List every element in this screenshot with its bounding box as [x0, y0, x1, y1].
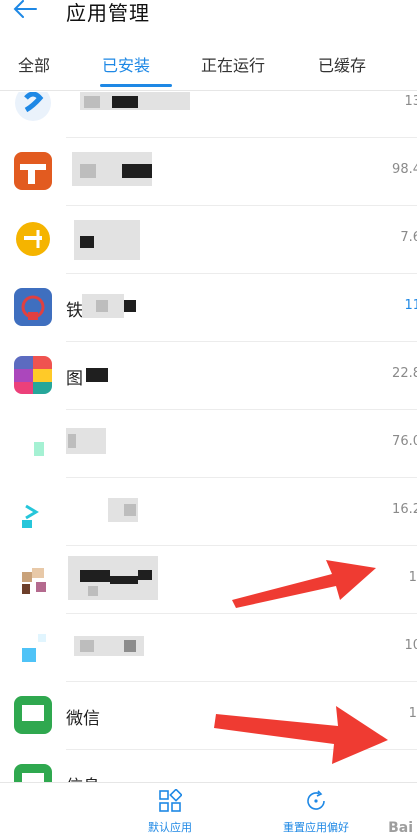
tab-installed[interactable]: 已安装 — [102, 52, 150, 76]
app-icon — [14, 424, 52, 462]
app-name: 微信 — [66, 709, 100, 729]
app-bar: 应用管理 — [0, 0, 417, 28]
app-icon — [14, 92, 52, 122]
app-icon — [14, 356, 52, 394]
redacted-name — [112, 96, 138, 108]
redacted-name — [86, 368, 108, 382]
default-apps-label: 默认应用 — [148, 821, 192, 834]
redacted-name — [84, 96, 100, 108]
app-icon — [14, 220, 52, 258]
app-size: 98.4 — [392, 162, 417, 177]
redacted-name — [88, 586, 98, 596]
app-size: 76.0 — [392, 434, 417, 449]
app-size: 16.2 — [392, 502, 417, 517]
redacted-name — [80, 164, 96, 178]
default-apps-button[interactable]: 默认应用 — [120, 789, 220, 835]
app-icon — [14, 492, 52, 530]
redacted-name — [68, 434, 76, 448]
list-item[interactable]: 16.2 — [0, 478, 417, 546]
redacted-name — [96, 300, 108, 312]
list-item[interactable]: 98.4 — [0, 138, 417, 206]
list-item[interactable]: 图 22.8 — [0, 342, 417, 410]
app-list[interactable]: 13 98.4 7.6 铁 6 11 — [0, 92, 417, 782]
reset-preferences-label: 重置应用偏好 — [283, 821, 349, 834]
app-size: 7.6 — [400, 230, 417, 245]
app-icon — [14, 288, 52, 326]
reset-preferences-button[interactable]: 重置应用偏好 — [266, 789, 366, 835]
wechat-icon — [14, 696, 52, 734]
list-item[interactable]: 7.6 — [0, 206, 417, 274]
redacted-name — [124, 300, 136, 312]
redacted-name — [124, 640, 136, 652]
list-item[interactable]: 信息 — [0, 750, 417, 782]
redacted-name — [80, 570, 110, 582]
app-size: 13 — [404, 94, 417, 109]
app-size: 1. — [408, 706, 417, 721]
list-item[interactable]: 10 — [0, 614, 417, 682]
page-title: 应用管理 — [66, 1, 150, 25]
redacted-name — [80, 236, 94, 248]
app-size: 1. — [408, 570, 417, 585]
tab-bar: 全部 已安装 正在运行 已缓存 — [0, 44, 417, 91]
grid-icon — [159, 789, 182, 812]
app-name: 图 — [66, 369, 83, 389]
app-size: 22.8 — [392, 366, 417, 381]
tab-running[interactable]: 正在运行 — [201, 52, 265, 76]
messages-icon — [14, 764, 52, 782]
app-icon — [14, 152, 52, 190]
app-size: 11 — [404, 298, 417, 313]
app-name: 信息 — [66, 772, 100, 782]
list-item[interactable]: 铁 6 11 — [0, 274, 417, 342]
active-tab-indicator — [100, 84, 172, 87]
watermark-logo: Bai — [388, 820, 413, 836]
list-item[interactable]: 13 — [0, 92, 417, 138]
redacted-name — [110, 576, 138, 584]
redacted-name — [124, 504, 136, 516]
list-item[interactable]: 1. — [0, 546, 417, 614]
tab-all[interactable]: 全部 — [18, 52, 50, 76]
app-icon — [14, 560, 52, 598]
redacted-name — [80, 640, 94, 652]
reset-icon — [307, 790, 325, 810]
app-icon — [14, 628, 52, 666]
tab-cached[interactable]: 已缓存 — [318, 52, 366, 76]
app-size: 10 — [404, 638, 417, 653]
redacted-name — [138, 570, 152, 580]
list-item[interactable]: 微信 1. — [0, 682, 417, 750]
list-item[interactable]: 76.0 — [0, 410, 417, 478]
redacted-name — [122, 164, 152, 178]
bottom-action-bar: 默认应用 重置应用偏好 Bai — [0, 782, 417, 840]
back-arrow-icon[interactable] — [10, 0, 40, 24]
